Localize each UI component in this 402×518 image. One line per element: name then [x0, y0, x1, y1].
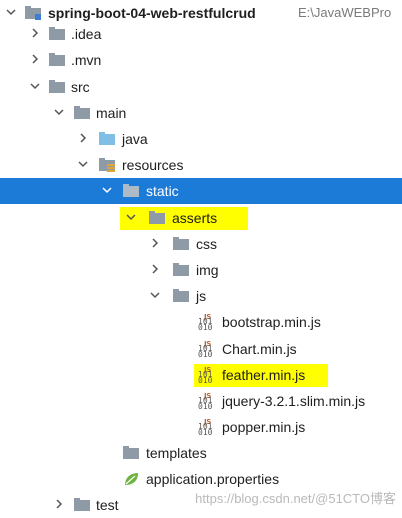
js-file-icon: JS 101 010 [198, 392, 213, 411]
chevron-down-icon[interactable] [28, 79, 42, 93]
project-name: spring-boot-04-web-restfulcrud [48, 5, 256, 21]
tree-label: css [196, 236, 217, 252]
chevron-right-icon[interactable] [28, 26, 42, 40]
tree-row-src[interactable]: src [0, 74, 402, 100]
js-file-icon: JS 101 010 [198, 366, 213, 385]
tree-label: resources [122, 157, 184, 173]
chevron-right-icon[interactable] [148, 262, 162, 276]
tree-row-img[interactable]: img [0, 257, 402, 283]
tree-label: bootstrap.min.js [222, 314, 321, 330]
tree-row-asserts[interactable]: asserts [0, 205, 402, 231]
tree-row-css[interactable]: css [0, 231, 402, 257]
folder-icon [122, 182, 140, 200]
folder-icon [148, 209, 166, 227]
tree-row-idea[interactable]: .idea [0, 21, 402, 47]
tree-label: .idea [71, 26, 102, 42]
project-tree: spring-boot-04-web-restfulcrud E:\JavaWE… [0, 0, 402, 513]
js-file-icon: JS 101 010 [198, 340, 213, 359]
js-file-icon: JS 101 010 [198, 313, 213, 332]
tree-label: jquery-3.2.1.slim.min.js [222, 393, 366, 409]
tree-row-resources[interactable]: resources [0, 152, 402, 178]
tree-label: popper.min.js [222, 419, 306, 435]
tree-row-js[interactable]: js [0, 283, 402, 309]
project-path: E:\JavaWEBPro [298, 5, 392, 20]
folder-icon [48, 51, 66, 69]
tree-label: Chart.min.js [222, 341, 297, 357]
folder-icon [172, 287, 190, 305]
tree-row-templates[interactable]: templates [0, 440, 402, 466]
folder-icon [48, 78, 66, 96]
chevron-down-icon[interactable] [124, 210, 138, 224]
tree-label: templates [146, 445, 207, 461]
chevron-right-icon[interactable] [76, 131, 90, 145]
tree-label: src [71, 79, 90, 95]
spring-leaf-icon [122, 470, 140, 488]
tree-row-file[interactable]: JS 101 010 feather.min.js [0, 362, 402, 388]
tree-row-main[interactable]: main [0, 100, 402, 126]
chevron-down-icon[interactable] [76, 157, 90, 171]
tree-row-mvn[interactable]: .mvn [0, 47, 402, 73]
resources-folder-icon [98, 156, 116, 174]
tree-label: static [146, 183, 179, 199]
folder-icon [122, 444, 140, 462]
tree-label: main [96, 105, 127, 121]
tree-label: feather.min.js [222, 367, 306, 383]
chevron-right-icon[interactable] [148, 236, 162, 250]
folder-icon [73, 496, 91, 514]
chevron-right-icon[interactable] [28, 52, 42, 66]
tree-label: .mvn [71, 52, 102, 68]
tree-row-static[interactable]: static [0, 178, 402, 204]
chevron-down-icon[interactable] [4, 5, 18, 19]
tree-label: asserts [172, 210, 218, 226]
chevron-down-icon[interactable] [100, 183, 114, 197]
tree-label: java [122, 131, 148, 147]
source-folder-icon [98, 130, 116, 148]
folder-icon [172, 235, 190, 253]
js-file-icon: JS 101 010 [198, 418, 213, 437]
tree-row-file[interactable]: JS 101 010 jquery-3.2.1.slim.min.js [0, 388, 402, 414]
tree-row-file[interactable]: JS 101 010 bootstrap.min.js [0, 309, 402, 335]
watermark: https://blog.csdn.net/@51CTO博客 [195, 491, 396, 506]
tree-label: test [96, 497, 119, 513]
tree-label: application.properties [146, 471, 280, 487]
folder-icon [172, 261, 190, 279]
tree-label: js [196, 288, 207, 304]
folder-icon [48, 25, 66, 43]
module-folder-icon [24, 4, 42, 22]
folder-icon [73, 104, 91, 122]
tree-row-file[interactable]: JS 101 010 popper.min.js [0, 414, 402, 440]
tree-label: img [196, 262, 219, 278]
chevron-down-icon[interactable] [52, 105, 66, 119]
chevron-down-icon[interactable] [148, 288, 162, 302]
tree-row-file[interactable]: JS 101 010 Chart.min.js [0, 336, 402, 362]
tree-row-java[interactable]: java [0, 126, 402, 152]
chevron-right-icon[interactable] [52, 497, 66, 511]
